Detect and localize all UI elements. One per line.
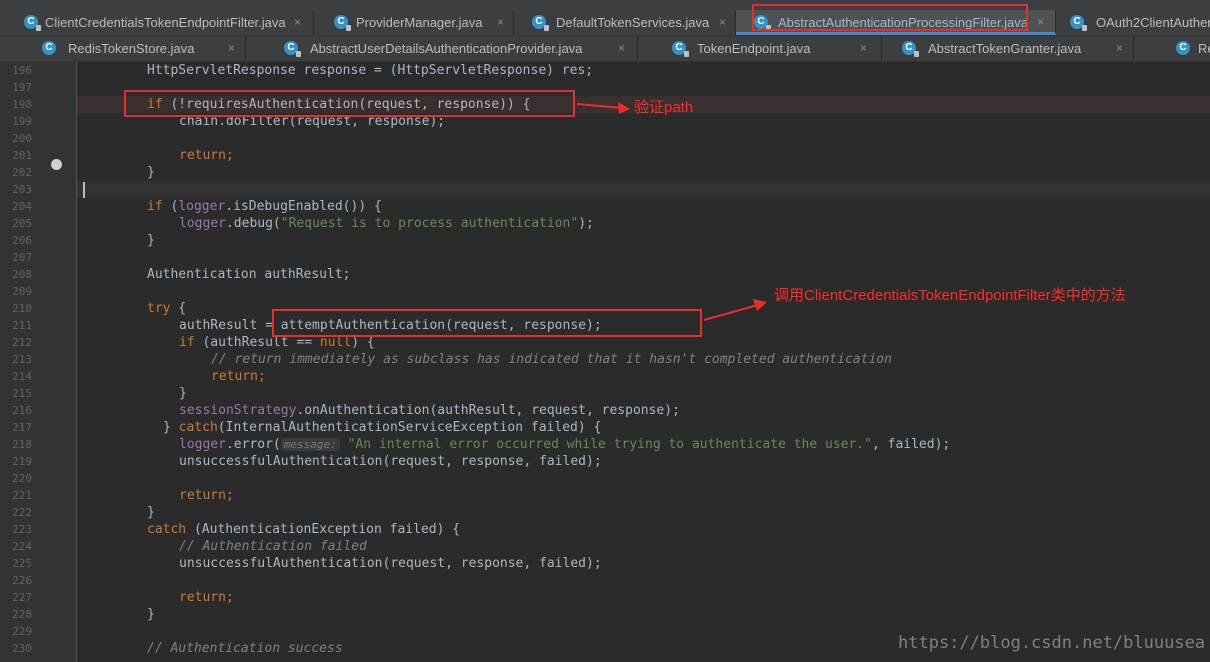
- watermark: https://blog.csdn.net/bluuusea: [898, 633, 1206, 653]
- annotation-arrows: [576, 102, 767, 321]
- method-annotation: 调用ClientCredentialsTokenEndpointFilter类中…: [774, 287, 1126, 304]
- arrow-to-path-note: [576, 102, 630, 114]
- arrow-to-method-note: [703, 299, 767, 321]
- path-annotation: 验证path: [634, 99, 694, 116]
